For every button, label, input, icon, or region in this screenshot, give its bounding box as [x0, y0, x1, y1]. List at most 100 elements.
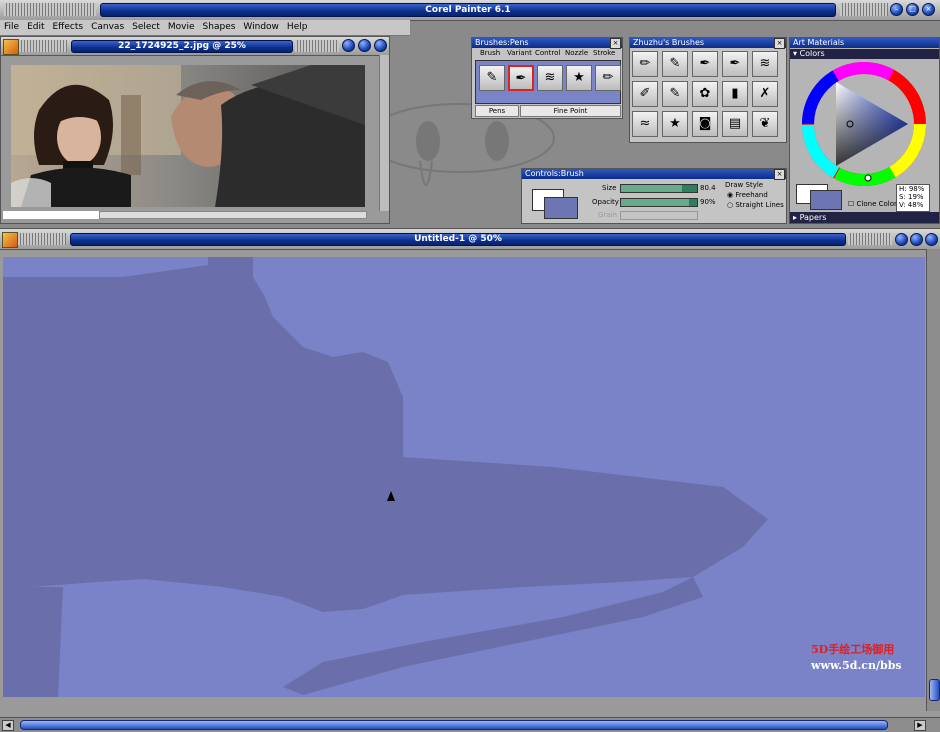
canvas-window: Untitled-1 @ 50% 5D手绘工场御用 www.5d.cn/bbs …	[0, 228, 940, 732]
draw-style-label: Draw Style	[725, 181, 764, 189]
papers-label: Papers	[799, 213, 827, 222]
variant-name-field[interactable]: Fine Point	[520, 105, 621, 117]
tab-control[interactable]: Control	[535, 49, 560, 57]
opacity-slider[interactable]	[620, 198, 698, 207]
canvas-window-title: Untitled-1 @ 50%	[70, 233, 846, 246]
grain-slider	[620, 211, 698, 220]
menu-select[interactable]: Select	[128, 20, 164, 35]
menu-edit[interactable]: Edit	[23, 20, 48, 35]
zhuzhu-brush-2-icon[interactable]: ✎	[662, 51, 688, 77]
brush-name-field[interactable]: Pens	[475, 105, 519, 117]
canvas-maximize-button[interactable]	[910, 233, 923, 246]
color-wheel[interactable]	[802, 62, 926, 186]
freehand-radio[interactable]: ◉ Freehand	[727, 191, 768, 199]
canvas-close-button[interactable]	[925, 233, 938, 246]
brushes-close-icon[interactable]: ×	[610, 38, 621, 49]
secondary-color-swatch[interactable]	[544, 197, 578, 219]
zhuzhu-panel-header[interactable]: Zhuzhu's Brushes ×	[630, 38, 786, 49]
menu-shapes[interactable]: Shapes	[199, 20, 240, 35]
photo-window-title: 22_1724925_2.jpg @ 25%	[71, 40, 293, 53]
menu-window[interactable]: Window	[239, 20, 283, 35]
menu-file[interactable]: File	[0, 20, 23, 35]
photo-close-button[interactable]	[374, 39, 387, 52]
title-grip-left	[4, 3, 96, 16]
brushes-tray: ✎ ✒ ≋ ★ ✏	[475, 60, 621, 104]
drawing-canvas[interactable]: 5D手绘工场御用 www.5d.cn/bbs	[3, 257, 925, 697]
size-label: Size	[602, 184, 617, 192]
papers-section-header[interactable]: ▸ Papers	[790, 212, 939, 223]
pencils-brush-icon[interactable]: ✎	[479, 65, 505, 91]
tab-stroke[interactable]: Stroke	[593, 49, 615, 57]
brushes-panel-header[interactable]: Brushes:Pens ×	[472, 38, 622, 49]
brushes-tabs: Brush Variant Control Nozzle Stroke	[472, 49, 622, 59]
photo-hscroll[interactable]	[99, 211, 367, 219]
image-hose-icon[interactable]: ★	[566, 65, 592, 91]
opacity-label: Opacity	[592, 198, 619, 206]
app-title: Corel Painter 6.1	[100, 3, 836, 17]
canvas-hscroll-thumb[interactable]	[20, 720, 888, 730]
controls-panel-header[interactable]: Controls:Brush ×	[522, 169, 786, 180]
controls-close-icon[interactable]: ×	[774, 169, 785, 180]
zhuzhu-brush-12-icon[interactable]: ★	[662, 111, 688, 137]
size-slider[interactable]	[620, 184, 698, 193]
zhuzhu-brush-4-icon[interactable]: ✒	[722, 51, 748, 77]
photo-window-titlebar[interactable]: 22_1724925_2.jpg @ 25%	[1, 37, 389, 56]
canvas-grip-left	[18, 233, 66, 245]
airbrush-icon[interactable]: ≋	[537, 65, 563, 91]
pens-brush-icon[interactable]: ✒	[508, 65, 534, 91]
photo-window: 22_1724925_2.jpg @ 25%	[0, 36, 390, 224]
menu-effects[interactable]: Effects	[49, 20, 88, 35]
photo-image	[11, 65, 365, 207]
colors-label: Colors	[799, 49, 825, 58]
watermark-line-2: www.5d.cn/bbs	[810, 659, 902, 672]
zhuzhu-brush-9-icon[interactable]: ▮	[722, 81, 748, 107]
tab-nozzle[interactable]: Nozzle	[565, 49, 588, 57]
zhuzhu-brush-6-icon[interactable]: ✐	[632, 81, 658, 107]
canvas-logo-icon	[2, 232, 18, 248]
art-materials-title: Art Materials	[793, 38, 845, 47]
photo-maximize-button[interactable]	[358, 39, 371, 52]
photo-minimize-button[interactable]	[342, 39, 355, 52]
canvas-window-titlebar[interactable]: Untitled-1 @ 50%	[0, 229, 940, 250]
hue-value: H: 98%	[899, 185, 925, 193]
zhuzhu-brush-15-icon[interactable]: ❦	[752, 111, 778, 137]
photo-vscroll[interactable]	[379, 55, 389, 211]
minimize-button[interactable]: –	[890, 3, 903, 16]
canvas-vscroll[interactable]	[926, 249, 940, 711]
zhuzhu-brush-10-icon[interactable]: ✗	[752, 81, 778, 107]
tab-brush[interactable]: Brush	[480, 49, 500, 57]
zhuzhu-brush-7-icon[interactable]: ✎	[662, 81, 688, 107]
painter-logo-icon	[3, 39, 19, 55]
art-materials-header[interactable]: Art Materials	[790, 38, 939, 48]
zhuzhu-brush-8-icon[interactable]: ✿	[692, 81, 718, 107]
zhuzhu-brush-3-icon[interactable]: ✒	[692, 51, 718, 77]
zhuzhu-brush-11-icon[interactable]: ≈	[632, 111, 658, 137]
zhuzhu-camera-icon[interactable]: ◙	[692, 111, 718, 137]
clone-color-checkbox[interactable]: ☐ Clone Color	[848, 200, 897, 208]
zhuzhu-brush-5-icon[interactable]: ≋	[752, 51, 778, 77]
colors-section-header[interactable]: ▾ Colors	[790, 49, 939, 59]
zhuzhu-brush-14-icon[interactable]: ▤	[722, 111, 748, 137]
canvas-minimize-button[interactable]	[895, 233, 908, 246]
zhuzhu-brush-1-icon[interactable]: ✏	[632, 51, 658, 77]
zhuzhu-brushes-panel: Zhuzhu's Brushes × ✏ ✎ ✒ ✒ ≋ ✐ ✎ ✿ ▮ ✗ ≈ …	[629, 37, 787, 143]
straight-lines-radio[interactable]: ○ Straight Lines	[727, 201, 784, 209]
canvas-vscroll-thumb[interactable]	[929, 679, 940, 701]
zhuzhu-close-icon[interactable]: ×	[774, 38, 785, 49]
menu-canvas[interactable]: Canvas	[87, 20, 128, 35]
zhuzhu-panel-title: Zhuzhu's Brushes	[633, 38, 705, 47]
menu-movie[interactable]: Movie	[164, 20, 199, 35]
scroll-left-arrow[interactable]: ◀	[2, 720, 14, 731]
scroll-right-arrow[interactable]: ▶	[914, 720, 926, 731]
value-value: V: 48%	[899, 201, 924, 209]
menu-help[interactable]: Help	[283, 20, 312, 35]
maximize-button[interactable]: □	[906, 3, 919, 16]
close-button[interactable]: ×	[922, 3, 935, 16]
art-secondary-swatch[interactable]	[810, 190, 842, 210]
opacity-slider-fill	[621, 199, 690, 206]
crayons-icon[interactable]: ✏	[595, 65, 621, 91]
brushes-panel-title: Brushes:Pens	[475, 38, 529, 47]
controls-panel-title: Controls:Brush	[525, 169, 584, 178]
photo-grip-right	[295, 40, 339, 52]
tab-variant[interactable]: Variant	[507, 49, 532, 57]
